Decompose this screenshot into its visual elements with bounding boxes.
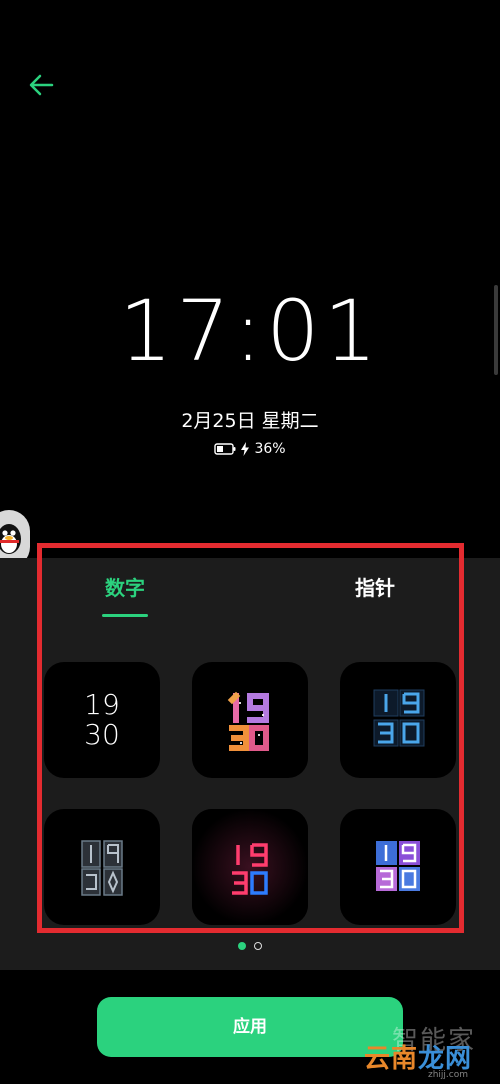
apply-button[interactable]: 应用 bbox=[97, 997, 403, 1057]
face-plain-time: 19 30 bbox=[44, 690, 160, 750]
charging-bolt-icon bbox=[241, 442, 250, 456]
watermark-top: 智能家 bbox=[392, 1026, 477, 1056]
clock-time: 17:01 bbox=[118, 282, 382, 380]
style-tabs: 数字 指针 bbox=[0, 570, 500, 620]
active-tab-indicator bbox=[102, 614, 148, 617]
watch-face-colorful-blocks[interactable] bbox=[192, 662, 308, 778]
watch-face-plain[interactable]: 19 30 bbox=[44, 662, 160, 778]
watermark-sub: zhijj.com bbox=[428, 1070, 469, 1080]
face-hour: 19 bbox=[84, 688, 120, 721]
battery-icon bbox=[214, 443, 236, 455]
back-arrow-icon[interactable] bbox=[26, 70, 58, 100]
page-dot-1[interactable] bbox=[238, 942, 246, 950]
clock-date: 2月25日 星期二 bbox=[181, 410, 319, 432]
tab-digital[interactable]: 数字 bbox=[94, 570, 156, 610]
watch-face-blue-neon[interactable] bbox=[340, 662, 456, 778]
watch-face-color-tiles[interactable] bbox=[340, 809, 456, 925]
tab-analog[interactable]: 指针 bbox=[344, 570, 406, 610]
battery-percent: 36% bbox=[254, 441, 286, 457]
pagination-dots bbox=[0, 942, 500, 950]
battery-status: 36% bbox=[0, 441, 500, 457]
watermark-brand-b: 龙网 bbox=[418, 1044, 473, 1074]
watch-face-gray-panels[interactable] bbox=[44, 809, 160, 925]
face-minute: 30 bbox=[84, 718, 120, 751]
watch-face-red-blue-neon[interactable] bbox=[192, 809, 308, 925]
watch-face-settings-screen: 17:01 2月25日 星期二 36% 数字 指针 19 30 应用 智能家 云… bbox=[0, 0, 500, 1084]
page-dot-2[interactable] bbox=[254, 942, 262, 950]
